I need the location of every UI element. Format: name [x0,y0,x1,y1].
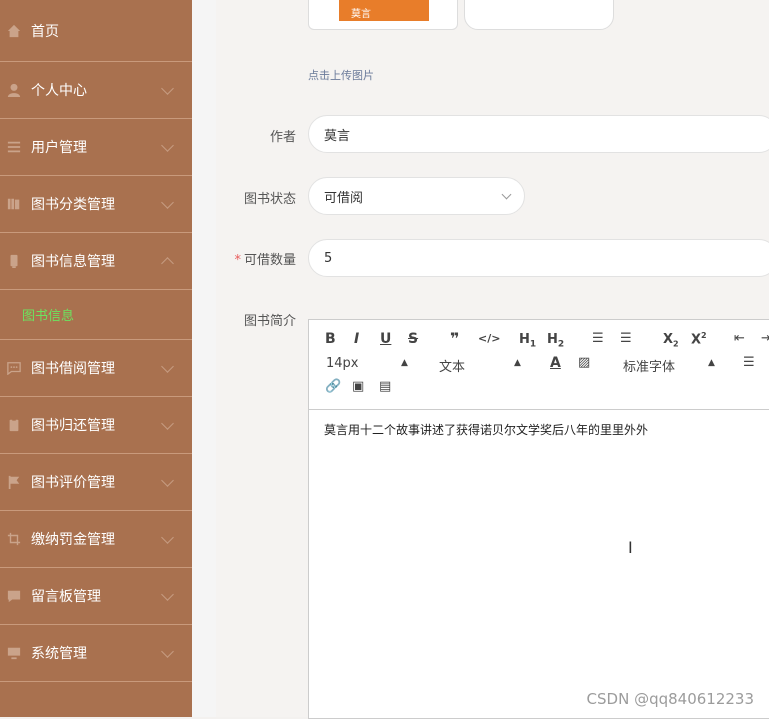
background-color-icon[interactable]: ▨ [578,355,590,370]
code-icon[interactable]: </> [478,332,500,345]
watermark: CSDN @qq840612233 [586,690,754,708]
sidebar-item-label: 系统管理 [31,646,87,662]
underline-icon[interactable]: U [380,331,391,347]
upload-image-slot[interactable] [464,0,614,30]
upload-hint[interactable]: 点击上传图片 [308,67,374,83]
editor-content[interactable]: 莫言用十二个故事讲述了获得诺贝尔文学奖后八年的里里外外 [324,421,648,438]
bold-icon[interactable]: B [325,331,336,347]
sidebar-item-label: 图书归还管理 [31,418,115,434]
sidebar-item-users[interactable]: 用户管理 [0,119,192,176]
font-family-arrow-icon: ▲ [708,358,715,368]
sidebar-item-messages[interactable]: 留言板管理 [0,568,192,625]
chevron-down-icon [161,82,174,95]
quantity-label-text: 可借数量 [243,253,296,268]
main-form: 莫言 点击上传图片 作者 莫言 图书状态 可借阅 * 可借数量 5 图书简介 B … [216,0,769,719]
message-icon [6,588,22,604]
intro-label: 图书简介 [243,314,296,329]
flag-icon [6,474,22,490]
heading-2-icon[interactable]: H2 [547,332,564,350]
superscript-icon[interactable]: X2 [691,331,707,347]
chevron-down-icon [161,531,174,544]
home-icon [6,23,22,39]
chevron-down-icon [161,360,174,373]
book-cover-title: 莫言 [351,9,371,20]
sidebar-item-personal[interactable]: 个人中心 [0,62,192,119]
chevron-down-icon [161,417,174,430]
status-value: 可借阅 [324,190,364,206]
outdent-icon[interactable]: ⇤ [734,331,745,346]
indent-icon[interactable]: ⇥ [761,331,769,346]
font-color-icon[interactable]: A [550,355,561,371]
required-mark: * [234,253,241,268]
author-input[interactable]: 莫言 [308,115,769,153]
books-icon [6,196,22,212]
ordered-list-icon[interactable]: ☰ [592,331,604,346]
quantity-value: 5 [324,250,333,266]
uploaded-image-thumbnail[interactable]: 莫言 [308,0,458,30]
sidebar-item-book-info[interactable]: 图书信息管理 [0,233,192,290]
sidebar-item-return[interactable]: 图书归还管理 [0,397,192,454]
heading-1-icon[interactable]: H1 [519,332,536,350]
chevron-down-icon [161,588,174,601]
editor-toolbar: B I U S ❞ </> H1 H2 ☰ ☰ X2 X2 ⇤ ⇥ 14px ▲… [309,320,769,410]
sidebar-item-label: 个人中心 [31,83,87,99]
chevron-down-icon [501,189,512,200]
status-label: 图书状态 [243,192,296,207]
author-label: 作者 [269,130,296,145]
sidebar-item-book-category[interactable]: 图书分类管理 [0,176,192,233]
sidebar-item-label: 留言板管理 [31,589,101,605]
monitor-icon [6,645,22,661]
crop-icon [6,531,22,547]
align-icon[interactable]: ☰ [743,355,755,370]
sidebar: 首页 个人中心 用户管理 图书分类管理 图书信息管理 图书信息 图书借阅管理 图… [0,0,192,717]
submenu-item-label: 图书信息 [22,309,75,324]
quote-icon[interactable]: ❞ [450,329,459,348]
quantity-label: * 可借数量 [234,249,296,268]
paragraph-select[interactable]: 文本 [439,356,465,375]
subscript-icon[interactable]: X2 [663,332,679,349]
sidebar-item-fine[interactable]: 缴纳罚金管理 [0,511,192,568]
chevron-down-icon [161,645,174,658]
chevron-down-icon [161,196,174,209]
book-cover-image: 莫言 [339,0,429,21]
font-size-arrow-icon: ▲ [401,358,408,368]
sidebar-item-system[interactable]: 系统管理 [0,625,192,682]
status-select[interactable]: 可借阅 [308,177,525,215]
chat-icon [6,360,22,376]
clipboard-icon [6,417,22,433]
sidebar-item-borrow[interactable]: 图书借阅管理 [0,340,192,397]
sidebar-item-label: 图书借阅管理 [31,361,115,377]
chevron-up-icon [161,257,174,270]
font-family-select[interactable]: 标准字体 [623,356,675,375]
author-value: 莫言 [324,128,351,144]
chevron-down-icon [161,474,174,487]
link-icon[interactable]: 🔗 [325,379,341,394]
sidebar-gap [192,0,216,717]
italic-icon[interactable]: I [354,331,359,347]
paragraph-arrow-icon: ▲ [514,358,521,368]
list-icon [6,139,22,155]
user-icon [6,82,22,98]
quantity-input[interactable]: 5 [308,239,769,277]
sidebar-item-label: 图书分类管理 [31,197,115,213]
chevron-down-icon [161,139,174,152]
sidebar-item-label: 首页 [31,23,59,40]
sidebar-item-home[interactable]: 首页 [0,0,192,62]
font-size-select[interactable]: 14px [326,356,359,371]
rich-text-editor: B I U S ❞ </> H1 H2 ☰ ☰ X2 X2 ⇤ ⇥ 14px ▲… [308,319,769,719]
submenu-item-book-info[interactable]: 图书信息 [0,290,192,340]
sidebar-item-label: 图书信息管理 [31,254,115,270]
text-cursor-icon: I [628,538,633,557]
strikethrough-icon[interactable]: S [408,331,418,347]
sidebar-item-review[interactable]: 图书评价管理 [0,454,192,511]
sidebar-item-label: 缴纳罚金管理 [31,532,115,548]
video-icon[interactable]: ▤ [379,379,391,394]
image-icon[interactable]: ▣ [352,379,364,394]
phone-icon [6,253,22,269]
sidebar-item-label: 图书评价管理 [31,475,115,491]
sidebar-item-label: 用户管理 [31,140,87,156]
bullet-list-icon[interactable]: ☰ [620,331,632,346]
